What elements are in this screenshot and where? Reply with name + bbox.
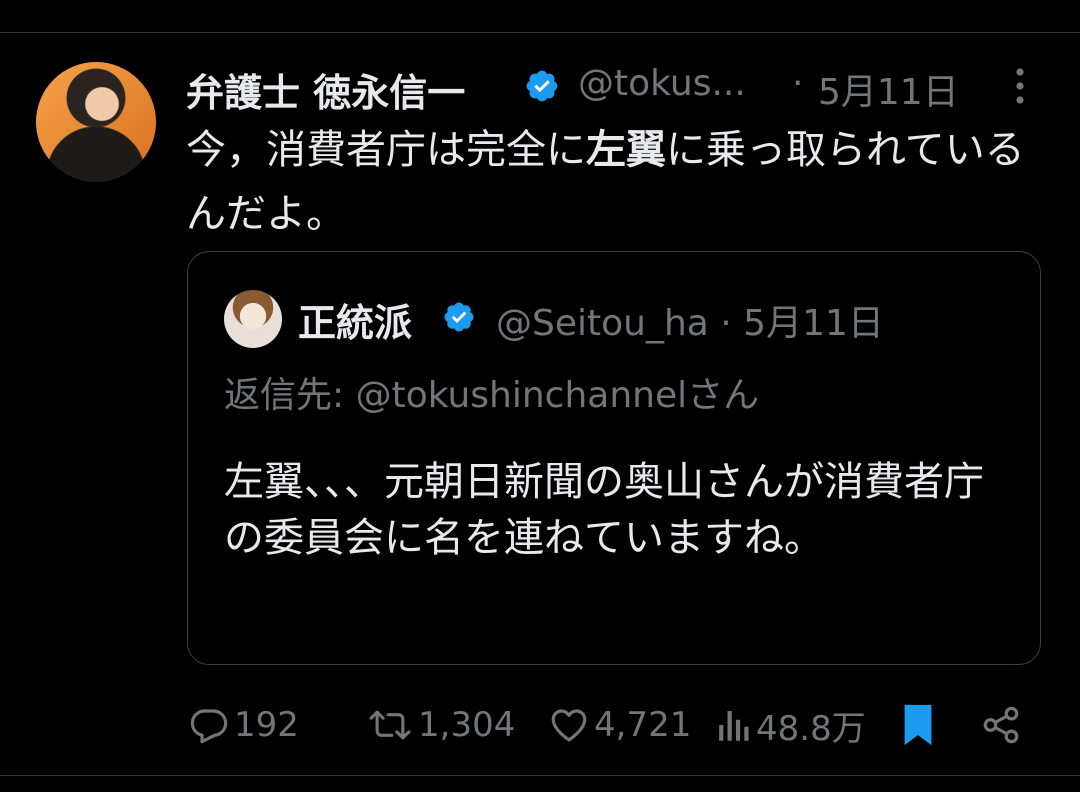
bookmark-icon [904,704,932,746]
views-button[interactable]: 48.8万 [716,700,866,750]
views-chart-icon [719,711,749,741]
more-options-icon[interactable] [1006,66,1034,106]
retweet-count: 1,304 [418,705,516,745]
top-divider [0,32,1080,33]
reply-button[interactable]: 192 [188,700,299,750]
author-avatar[interactable] [36,62,156,182]
verified-badge-icon [526,70,558,102]
share-icon [983,706,1019,744]
quoted-verified-badge-icon [444,302,474,332]
like-count: 4,721 [594,705,692,745]
author-name[interactable]: 弁護士 徳永信一 [186,62,465,117]
tweet-date[interactable]: 5月11日 [818,63,959,115]
views-count: 48.8万 [756,708,866,749]
tweet-text-bold: 左翼 [586,127,666,173]
quoted-tweet-text: 左翼、、、元朝日新聞の奥山さんが消費者庁の委員会に名を連ねていますね。 [224,459,984,561]
tweet-text-part1: 今，消費者庁は完全に [186,127,586,173]
reply-count: 192 [234,705,299,745]
quoted-tweet[interactable]: 正統派 @Seitou_ha · 5月11日 返信先: @tokushincha… [187,251,1041,665]
quoted-handle-date: @Seitou_ha · 5月11日 [496,303,884,344]
separator-dot: · [792,63,804,104]
retweet-button[interactable]: 1,304 [366,700,515,750]
author-handle[interactable]: @tokus... [578,63,746,104]
action-bar: 192 1,304 4,721 48.8万 [0,700,1080,750]
reply-icon [190,709,228,744]
share-button[interactable] [980,700,1022,750]
like-button[interactable]: 4,721 [548,700,691,750]
quoted-replying-to: 返信先: @tokushinchannelさん [224,375,760,416]
bottom-divider [0,775,1080,776]
heart-icon [551,709,587,742]
bookmark-button[interactable] [898,700,938,750]
quoted-author-name: 正統派 [298,301,413,345]
tweet-text: 今，消費者庁は完全に左翼に乗っ取られているんだよ。 [186,118,1056,246]
retweet-icon [369,710,411,740]
quoted-author-avatar[interactable] [224,290,282,348]
